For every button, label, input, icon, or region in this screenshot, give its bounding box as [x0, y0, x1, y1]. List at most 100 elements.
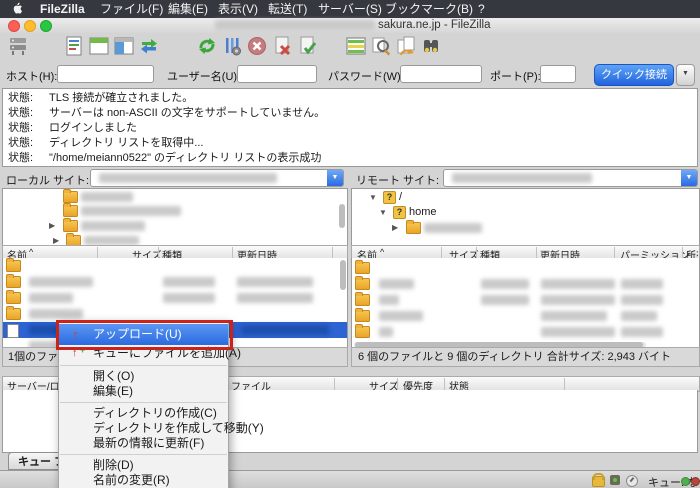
menubar-item-filezilla[interactable]: FileZilla	[40, 2, 85, 16]
window-title: sakura.ne.jp - FileZilla	[378, 19, 490, 31]
folder-icon	[355, 294, 370, 306]
remote-site-bar: リモート サイト: ▼	[351, 167, 698, 188]
username-label: ユーザー名(U):	[167, 68, 240, 84]
local-directory-tree[interactable]: ▶ ▶	[2, 188, 348, 247]
minimize-window-button[interactable]	[24, 20, 36, 32]
local-site-combobox[interactable]: ▼	[90, 169, 344, 187]
expand-arrow-icon[interactable]: ▶	[392, 223, 398, 232]
folder-icon	[6, 292, 21, 304]
quickconnect-button[interactable]: クイック接続(Q)	[594, 64, 674, 86]
redacted-title-text	[215, 20, 375, 30]
file-row[interactable]	[3, 274, 347, 290]
zoom-window-button[interactable]	[40, 20, 52, 32]
apple-icon[interactable]	[13, 1, 26, 18]
tree-item-home[interactable]: home	[409, 206, 437, 218]
remote-tree-toggle-icon[interactable]	[113, 35, 135, 57]
redacted-folder-name	[81, 206, 181, 216]
tree-scrollbar-thumb[interactable]	[339, 204, 345, 228]
synchronized-browsing-icon[interactable]	[395, 35, 417, 57]
menubar-item-edit[interactable]: 編集(E)	[168, 2, 208, 16]
activity-led-green	[681, 477, 690, 486]
collapse-arrow-icon[interactable]: ▼	[379, 208, 387, 217]
redacted-folder-name	[84, 236, 139, 245]
menu-item-rename[interactable]: 名前の変更(R)	[59, 473, 228, 488]
menu-item-open[interactable]: 開く(O)	[59, 369, 228, 384]
remote-site-combobox[interactable]: ▼	[443, 169, 698, 187]
local-tree-toggle-icon[interactable]	[88, 35, 110, 57]
menu-item-delete[interactable]: 削除(D)	[59, 458, 228, 473]
log-line: ログインしました	[49, 121, 137, 136]
status-label: 状態:	[8, 151, 33, 166]
file-row[interactable]	[3, 290, 347, 306]
redacted-folder-name	[424, 223, 482, 233]
remote-status-bar: 6 個のファイルと 9 個のディレクトリ 合計サイズ: 2,943 バイト	[351, 347, 700, 367]
find-files-icon[interactable]	[420, 35, 442, 57]
host-input[interactable]	[57, 65, 154, 83]
quickconnect-dropdown-button[interactable]: ▼	[676, 64, 695, 86]
site-manager-icon[interactable]	[7, 35, 29, 57]
filter-icon[interactable]	[370, 35, 392, 57]
speed-limit-icon[interactable]	[626, 475, 638, 487]
toolbar	[0, 33, 700, 60]
chevron-down-icon[interactable]: ▼	[327, 170, 343, 186]
folder-icon	[6, 276, 21, 288]
file-row[interactable]	[3, 258, 347, 274]
unknown-folder-icon: ?	[393, 206, 406, 219]
directory-comparison-icon[interactable]	[345, 35, 367, 57]
message-log-toggle-icon[interactable]	[63, 35, 85, 57]
tree-item-root[interactable]: /	[399, 191, 402, 203]
list-scrollbar-thumb[interactable]	[340, 260, 346, 290]
file-icon	[7, 324, 19, 338]
message-log[interactable]: 状態: TLS 接続が確立されました。 状態: サーバーは non-ASCII の文…	[2, 88, 698, 167]
menu-item-create-directory[interactable]: ディレクトリの作成(C)	[59, 406, 228, 421]
folder-icon	[6, 308, 21, 320]
menubar-item-view[interactable]: 表示(V)	[218, 2, 258, 16]
expand-arrow-icon[interactable]: ▶	[49, 221, 55, 230]
process-queue-icon[interactable]	[221, 35, 243, 57]
collapse-arrow-icon[interactable]: ▼	[369, 193, 377, 202]
unknown-folder-icon: ?	[383, 191, 396, 204]
menu-item-refresh[interactable]: 最新の情報に更新(F)	[59, 436, 228, 451]
menubar-item-server[interactable]: サーバー(S)	[318, 2, 382, 16]
file-row[interactable]	[352, 276, 699, 292]
status-label: 状態:	[8, 121, 33, 136]
file-row[interactable]	[352, 308, 699, 324]
port-input[interactable]	[540, 65, 576, 83]
folder-icon	[6, 260, 21, 272]
file-row[interactable]	[352, 292, 699, 308]
folder-icon	[355, 262, 370, 274]
annotation-highlight-box	[56, 320, 233, 350]
sort-ascending-icon: ^	[29, 247, 33, 257]
transfer-queue-toggle-icon[interactable]	[138, 35, 160, 57]
file-row[interactable]	[352, 324, 699, 340]
refresh-icon[interactable]	[196, 35, 218, 57]
log-line: "/home/meiann0522" のディレクトリ リストの表示成功	[49, 151, 321, 166]
cancel-icon[interactable]	[246, 35, 268, 57]
menubar-item-file[interactable]: ファイル(F)	[100, 2, 163, 16]
menu-item-create-directory-and-enter[interactable]: ディレクトリを作成して移動(Y)	[59, 421, 228, 436]
log-line: TLS 接続が確立されました。	[49, 91, 193, 106]
file-row[interactable]	[352, 260, 699, 276]
menubar-item-bookmarks[interactable]: ブックマーク(B)	[385, 2, 473, 16]
menu-item-edit[interactable]: 編集(E)	[59, 384, 228, 399]
host-label: ホスト(H):	[6, 68, 57, 84]
notification-icon[interactable]	[610, 475, 620, 485]
menubar-item-help[interactable]: ?	[478, 2, 485, 16]
disconnect-icon[interactable]	[271, 35, 293, 57]
remote-directory-tree[interactable]: ▼ ? / ▼ ? home ▶	[351, 188, 700, 247]
password-input[interactable]	[400, 65, 482, 83]
status-label: 状態:	[8, 136, 33, 151]
remote-file-list[interactable]	[351, 258, 700, 347]
macos-menubar: FileZilla ファイル(F) 編集(E) 表示(V) 転送(T) サーバー…	[0, 0, 700, 18]
log-line: サーバーは non-ASCII の文字をサポートしていません。	[49, 106, 325, 121]
reconnect-icon[interactable]	[296, 35, 318, 57]
chevron-down-icon[interactable]: ▼	[681, 170, 697, 186]
expand-arrow-icon[interactable]: ▶	[53, 236, 59, 245]
redacted-remote-path	[452, 173, 592, 183]
redacted-folder-name	[81, 192, 133, 202]
username-input[interactable]	[237, 65, 317, 83]
activity-led-red	[691, 477, 700, 486]
close-window-button[interactable]	[8, 20, 20, 32]
menubar-item-transfer[interactable]: 転送(T)	[268, 2, 307, 16]
menu-separator	[60, 402, 227, 403]
